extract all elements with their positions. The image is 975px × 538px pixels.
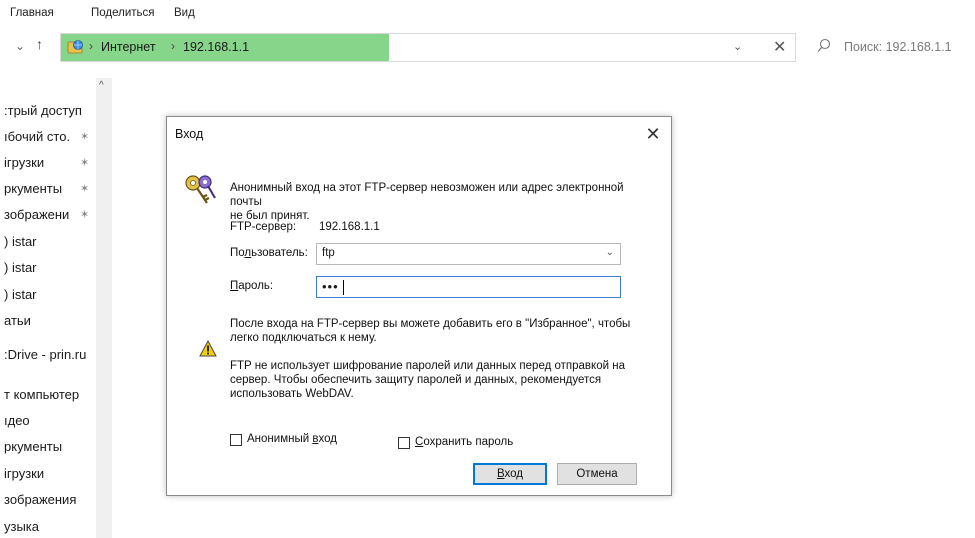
save-password-checkbox[interactable] [398,437,410,449]
ftp-login-dialog: Вход ✕ Анонимный вход на этот FTP-сервер… [166,116,672,496]
label-part: ьзователь: [251,247,308,259]
dialog-title: Вход [175,127,204,141]
password-mask: ••• [322,279,339,294]
sidebar-item-label: ) istar [4,234,37,249]
favorites-info-text: После входа на FTP-сервер вы можете доба… [230,317,650,345]
navigation-bar: ⌄ ↑ › Интернет › 192.168.1.1 ⌄ ✕ Поиск: … [0,30,975,66]
pin-icon: ✶ [80,157,90,169]
label-part: По [230,247,245,259]
dialog-titlebar[interactable]: Вход ✕ [167,117,671,153]
sidebar-item-label: :Drive - prin.ru [4,347,87,362]
login-button[interactable]: Вход [473,463,547,485]
search-box[interactable]: Поиск: 192.168.1.1 [802,33,975,62]
encryption-warning-text: FTP не использует шифрование паролей или… [230,359,650,401]
sidebar-item-label: ігрузки [4,466,45,481]
username-value: ftp [322,247,335,259]
ribbon-tab-home[interactable]: Главная [10,7,54,19]
search-placeholder: Поиск: 192.168.1.1 [844,40,952,54]
address-dropdown-chevron-icon[interactable]: ⌄ [733,40,742,53]
username-label: Пользователь: [230,247,308,259]
keys-icon [183,173,219,212]
ribbon-menu: Главная Поделиться Вид [0,0,975,26]
button-label: ход [504,468,524,480]
ftp-server-value: 192.168.1.1 [319,221,380,233]
recent-locations-chevron-icon[interactable]: ⌄ [15,39,25,53]
sidebar-item-label: ркументы [4,439,63,454]
password-field[interactable]: ••• [316,276,621,298]
label-part: Анонимный [247,433,313,445]
text-caret [343,280,344,295]
pin-icon: ✶ [80,183,90,195]
sidebar-item-label: т компьютер [4,387,80,402]
info-line: сервер. Чтобы обеспечить защиту паролей … [230,374,602,386]
pin-icon: ✶ [80,131,90,143]
pin-icon: ✶ [80,209,90,221]
sidebar-item-label: атьи [4,313,31,328]
sidebar-scrollbar[interactable]: ^ [96,78,112,538]
sidebar-item-label: ігрузки [4,155,45,170]
warning-icon [199,339,217,362]
sidebar-item-label: ) istar [4,287,37,302]
sidebar-item-label: :трый доступ [4,103,82,118]
search-icon [816,37,832,60]
breadcrumb-host[interactable]: 192.168.1.1 [183,40,249,54]
message-line: Анонимный вход на этот FTP-сервер невозм… [230,182,624,208]
label-accelerator: В [496,468,505,480]
ribbon-tab-view[interactable]: Вид [174,7,195,19]
info-line: легко подключаться к нему. [230,332,377,344]
breadcrumb-separator: › [89,39,93,53]
breadcrumb-separator: › [171,39,175,53]
network-globe-icon [67,39,85,60]
sidebar-item-label: ıбочий сто. [4,129,71,144]
info-line: использовать WebDAV. [230,388,354,400]
info-line: FTP не использует шифрование паролей или… [230,360,625,372]
scroll-up-arrow-icon[interactable]: ^ [99,80,104,91]
breadcrumb-internet[interactable]: Интернет [101,40,156,54]
sidebar-item-label: ıдео [4,413,30,428]
label-part: ароль: [238,280,274,292]
sidebar-item-label: ркументы [4,181,63,196]
close-icon[interactable]: ✕ [639,121,667,147]
ftp-server-label: FTP-сервер: [230,221,297,233]
anonymous-login-checkbox[interactable] [230,434,242,446]
up-arrow-icon[interactable]: ↑ [36,36,43,52]
sidebar-item-label: зображения [4,492,77,507]
dialog-message: Анонимный вход на этот FTP-сервер невозм… [230,181,650,223]
label-part: охранить пароль [423,436,514,448]
username-combobox[interactable]: ftp ⌄ [316,243,621,265]
clear-address-close-icon[interactable]: ✕ [773,37,786,57]
dialog-body: Анонимный вход на этот FTP-сервер невозм… [167,153,671,495]
cancel-button[interactable]: Отмена [557,463,637,485]
info-line: После входа на FTP-сервер вы можете доба… [230,318,631,330]
sidebar-item-label: узыка [4,519,40,534]
sidebar-item-label: ) istar [4,260,37,275]
anonymous-login-label[interactable]: Анонимный вход [247,433,337,445]
ribbon-tab-share[interactable]: Поделиться [91,7,155,19]
sidebar-item-label: зображени [4,207,70,222]
password-label: Пароль: [230,280,273,292]
save-password-label[interactable]: Сохранить пароль [415,436,513,448]
label-part: ход [318,433,337,445]
chevron-down-icon[interactable]: ⌄ [606,247,614,258]
address-bar[interactable]: › Интернет › 192.168.1.1 ⌄ ✕ [60,33,796,62]
